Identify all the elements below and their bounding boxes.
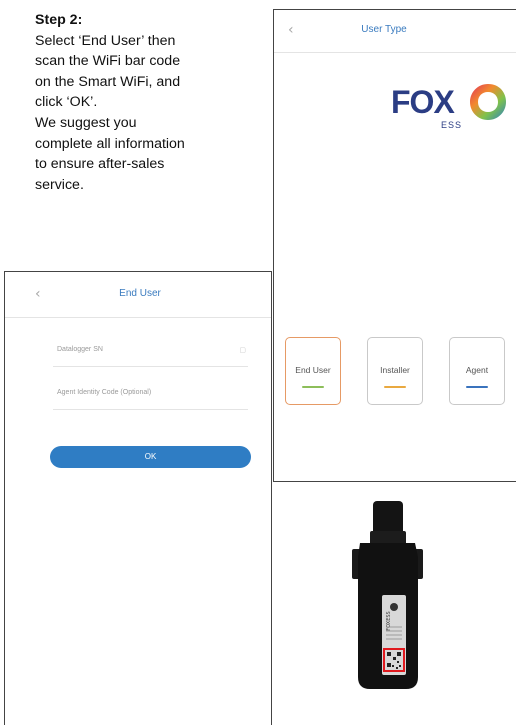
option-label: Agent	[465, 365, 489, 375]
back-chevron-icon[interactable]: ‹	[288, 22, 294, 38]
datalogger-sn-field[interactable]: Datalogger SN ▢	[53, 342, 248, 367]
instruction-line: complete all information	[35, 135, 185, 152]
field-placeholder: Agent Identity Code (Optional)	[57, 389, 152, 396]
step-title: Step 2:	[35, 12, 83, 28]
end-user-title: End User	[119, 288, 161, 299]
instruction-line: to ensure after-sales	[35, 156, 165, 173]
user-type-option-end-user[interactable]: End User	[285, 337, 341, 405]
logo-ring-icon	[470, 84, 506, 120]
user-type-screenshot: ‹ User Type FOX ESS End User Installer A…	[273, 9, 516, 482]
field-placeholder: Datalogger SN	[57, 346, 103, 353]
option-color-line	[302, 386, 324, 388]
end-user-screenshot: ‹ End User Datalogger SN ▢ Agent Identit…	[4, 271, 272, 725]
instruction-line: Select ‘End User’ then	[35, 32, 176, 49]
device-brand-label: FOXESS	[386, 611, 392, 630]
logo-subtext: ESS	[441, 120, 463, 130]
instruction-line: scan the WiFi bar code	[35, 53, 181, 70]
user-type-option-agent[interactable]: Agent	[449, 337, 505, 405]
instruction-line: service.	[35, 176, 84, 193]
option-label: Installer	[380, 365, 410, 375]
instruction-line: on the Smart WiFi, and	[35, 73, 181, 90]
option-color-line	[384, 386, 406, 388]
step-instructions: Step 2: Select ‘End User’ then scan the …	[35, 10, 265, 195]
agent-identity-code-field[interactable]: Agent Identity Code (Optional)	[53, 385, 248, 410]
scan-icon[interactable]: ▢	[239, 346, 246, 354]
ok-button[interactable]: OK	[50, 446, 251, 468]
instruction-line: We suggest you	[35, 114, 137, 131]
option-color-line	[466, 386, 488, 388]
user-type-header: ‹ User Type	[274, 10, 516, 53]
logo-wordmark: FOX	[391, 84, 455, 120]
user-type-option-installer[interactable]: Installer	[367, 337, 423, 405]
option-label: End User	[295, 365, 331, 375]
instruction-line: click ‘OK’.	[35, 94, 98, 111]
user-type-title: User Type	[361, 24, 407, 35]
foxess-logo: FOX ESS	[391, 81, 511, 141]
smart-wifi-dongle-image: FOXESS	[352, 501, 423, 689]
end-user-header: ‹ End User	[5, 272, 271, 318]
back-chevron-icon[interactable]: ‹	[35, 286, 41, 302]
